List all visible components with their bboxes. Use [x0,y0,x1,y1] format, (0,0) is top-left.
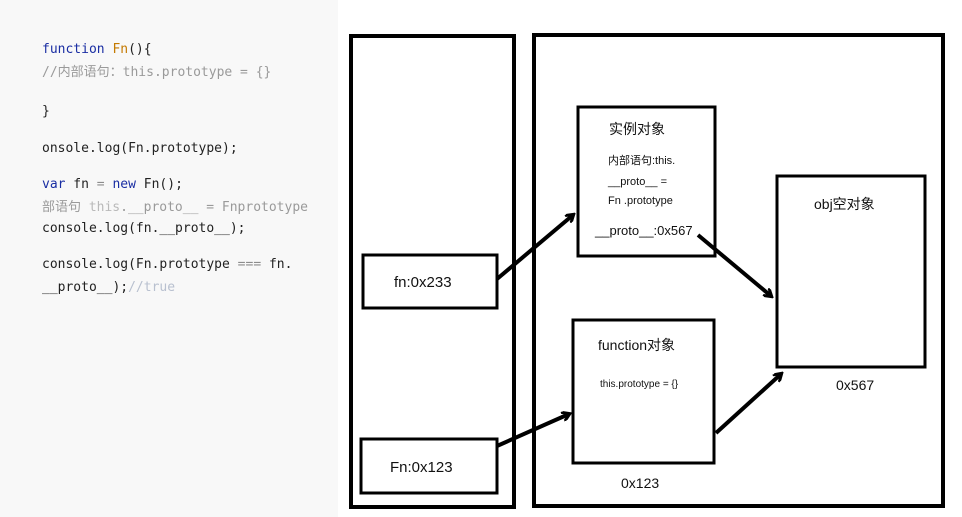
arrow-proto-to-obj [696,233,771,296]
instance-inner-line-1: 内部语句:this. [608,153,675,167]
instance-inner-line-3: Fn .prototype [608,195,673,207]
function-object-title: function对象 [598,337,675,353]
empty-object-title: obj空对象 [814,196,875,212]
instance-inner-line-2: __proto__ = [607,176,667,188]
function-object-address: 0x123 [621,475,659,491]
arrow-prototype-to-obj [714,374,781,435]
Fn-variable-label: Fn:0x123 [390,459,453,476]
function-prototype-prop: this.prototype = {} [600,379,679,390]
fn-variable-label: fn:0x233 [394,274,452,291]
memory-diagram: fn:0x233 Fn:0x123 实例对象 内部语句:this. __prot… [349,33,945,509]
instance-proto-label: __proto__:0x567 [594,223,693,238]
instance-object-title: 实例对象 [609,121,665,137]
empty-object-address: 0x567 [836,377,874,393]
